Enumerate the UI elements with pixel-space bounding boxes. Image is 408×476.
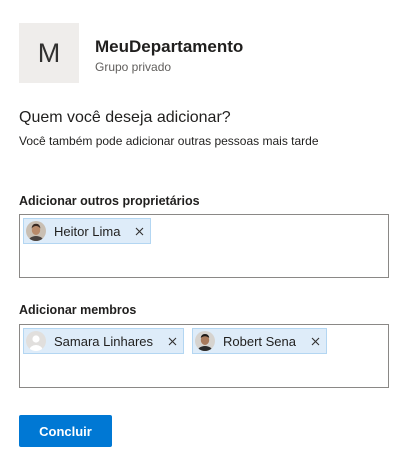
remove-icon[interactable] xyxy=(308,334,322,348)
person-name: Heitor Lima xyxy=(54,223,121,239)
group-initial: M xyxy=(37,37,61,68)
photo-avatar xyxy=(195,331,215,351)
add-people-hint: Você também pode adicionar outras pessoa… xyxy=(19,134,319,148)
photo-avatar xyxy=(26,221,46,241)
group-info: MeuDepartamento Grupo privado xyxy=(95,37,243,75)
members-field-label: Adicionar membros xyxy=(19,303,137,317)
remove-icon[interactable] xyxy=(165,334,179,348)
person-chip[interactable]: Samara Linhares xyxy=(23,328,184,354)
person-name: Robert Sena xyxy=(223,333,296,349)
person-name: Samara Linhares xyxy=(54,333,153,349)
group-type: Grupo privado xyxy=(95,60,172,74)
owners-people-picker[interactable]: Heitor Lima xyxy=(19,214,389,278)
remove-icon[interactable] xyxy=(132,224,146,238)
person-chip[interactable]: Heitor Lima xyxy=(23,218,152,244)
add-people-question: Quem você deseja adicionar? xyxy=(19,109,231,126)
owners-field-label: Adicionar outros proprietários xyxy=(19,194,200,208)
members-people-picker[interactable]: Samara Linhares Robert Sena xyxy=(19,324,389,388)
placeholder-avatar xyxy=(26,331,46,351)
owners-chip-list: Heitor Lima xyxy=(20,215,388,244)
group-name: MeuDepartamento xyxy=(95,37,244,56)
members-chip-list: Samara Linhares Robert Sena xyxy=(20,325,388,354)
group-avatar: M xyxy=(19,23,79,83)
person-chip[interactable]: Robert Sena xyxy=(192,328,327,354)
done-button[interactable]: Concluir xyxy=(19,415,112,447)
group-header: M MeuDepartamento Grupo privado xyxy=(19,23,243,83)
